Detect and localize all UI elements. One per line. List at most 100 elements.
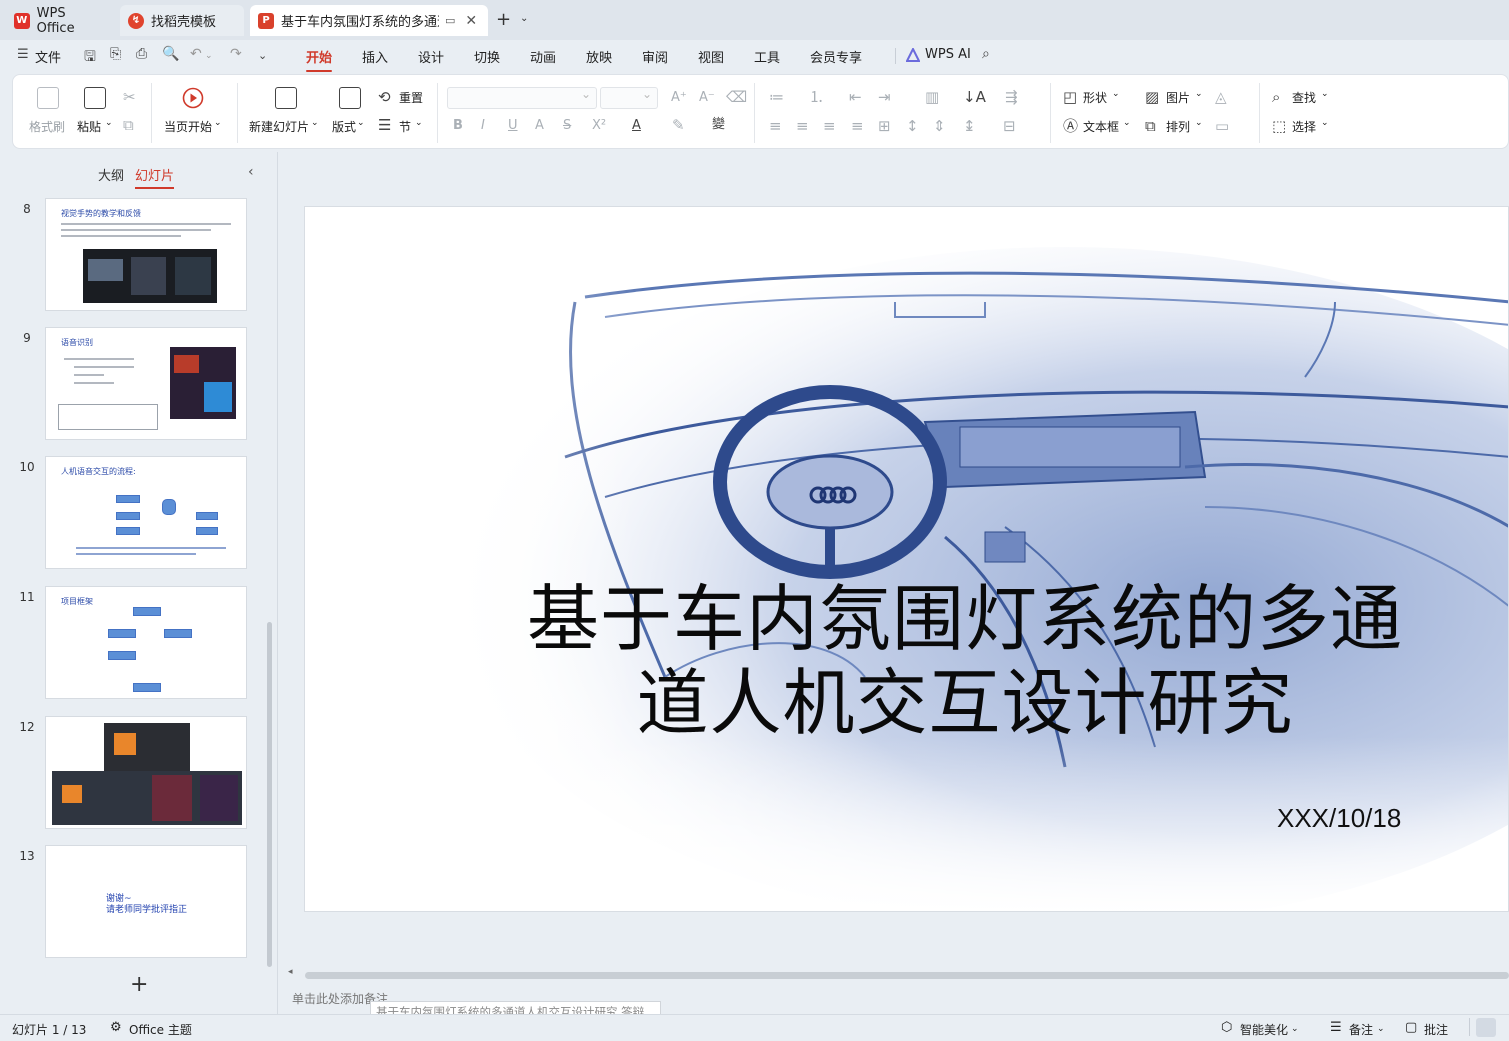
font-size-select[interactable] (600, 87, 658, 109)
hamburger-icon[interactable]: ☰ (17, 47, 29, 62)
print-icon[interactable]: ⎙ (136, 46, 147, 62)
text-box-align-icon[interactable]: ⊟ (1003, 118, 1016, 134)
tab-home[interactable]: 开始 (306, 47, 333, 72)
chevron-down-icon[interactable]: ⌄ (214, 118, 222, 128)
align-text-icon[interactable]: ⇶ (1005, 89, 1018, 105)
tab-member[interactable]: 会员专享 (810, 47, 862, 66)
outline-icon[interactable]: ▭ (1215, 118, 1229, 134)
underline-icon[interactable]: U (508, 118, 518, 134)
slide-thumbnail[interactable]: 语音识别 (45, 327, 247, 440)
tab-slideshow[interactable]: 放映 (586, 47, 612, 66)
spacing-menu-icon[interactable]: ↨ (963, 118, 976, 134)
chevron-down-icon[interactable]: ⌄ (1112, 89, 1120, 99)
redo-icon[interactable]: ↷ (230, 46, 242, 62)
chevron-down-icon[interactable]: ⌄ (105, 118, 113, 128)
share-icon[interactable]: ⎘ (110, 46, 121, 62)
window-restore-icon[interactable]: ▭ (445, 14, 455, 27)
chevron-down-icon[interactable]: ⌄ (311, 118, 319, 128)
chevron-down-icon[interactable]: ⌄ (1377, 1024, 1385, 1034)
chevron-down-icon[interactable]: ⌄ (1321, 89, 1329, 99)
start-from-current-button[interactable]: 当页开始 (164, 118, 212, 135)
chevron-down-icon[interactable]: ⌄ (258, 49, 267, 62)
comments-button[interactable]: 批注 (1424, 1021, 1448, 1038)
tab-insert[interactable]: 插入 (362, 47, 388, 66)
increase-font-icon[interactable]: A⁺ (671, 90, 687, 106)
textbox-button[interactable]: 文本框 (1083, 118, 1119, 135)
smart-beautify-button[interactable]: 智能美化 (1240, 1021, 1288, 1038)
bullets-icon[interactable]: ≔ (769, 89, 784, 105)
wps-ai-button[interactable]: WPS AI (925, 47, 971, 62)
new-tab-icon[interactable]: + (496, 9, 511, 30)
columns-icon[interactable]: ▥ (925, 89, 939, 105)
chevron-down-icon[interactable]: ⌄ (1291, 1024, 1299, 1034)
tab-tools[interactable]: 工具 (754, 47, 780, 66)
align-right-icon[interactable]: ≡ (823, 118, 836, 134)
strikethrough-icon[interactable]: S (563, 118, 571, 134)
slide-thumbnail[interactable]: 项目框架 (45, 586, 247, 699)
reset-button[interactable]: 重置 (399, 89, 423, 106)
chevron-down-icon[interactable]: ⌄ (1123, 118, 1131, 128)
line-spacing-icon[interactable]: ↕ (906, 118, 919, 134)
font-name-select[interactable] (447, 87, 597, 109)
chevron-down-icon[interactable]: ⌄ (520, 13, 528, 24)
fill-icon[interactable]: ◬ (1215, 89, 1227, 105)
chevron-down-icon[interactable]: ⌄ (357, 118, 365, 128)
phonetic-icon[interactable]: 變 (712, 117, 725, 133)
shadow-icon[interactable]: A (535, 118, 544, 134)
tab-design[interactable]: 设计 (418, 47, 444, 66)
font-color-icon[interactable]: A (632, 118, 641, 134)
highlight-icon[interactable]: ✎ (672, 117, 685, 133)
paragraph-spacing-icon[interactable]: ⇕ (933, 118, 946, 134)
tab-template[interactable]: ↯ 找稻壳模板 (120, 5, 244, 36)
print-preview-icon[interactable]: 🔍 (162, 46, 179, 62)
cut-icon[interactable]: ✂ (123, 89, 136, 105)
tab-review[interactable]: 审阅 (642, 47, 668, 66)
tab-slides[interactable]: 幻灯片 (135, 165, 175, 189)
notes-button[interactable]: 备注 (1349, 1021, 1373, 1038)
slide-title[interactable]: 基于车内氛围灯系统的多通道人机交互设计研究 (505, 577, 1425, 745)
justify-icon[interactable]: ≡ (851, 118, 864, 134)
undo-icon[interactable]: ↶ (190, 46, 202, 62)
collapse-panel-icon[interactable]: ‹ (248, 164, 254, 180)
slide-thumbnail[interactable]: 谢谢~ 请老师同学批评指正 (45, 845, 247, 958)
italic-icon[interactable]: I (481, 118, 485, 134)
file-menu[interactable]: 文件 (35, 47, 61, 66)
arrange-button[interactable]: 排列 (1166, 118, 1190, 135)
tab-animations[interactable]: 动画 (530, 47, 556, 66)
save-icon[interactable]: 🖫 (84, 46, 96, 70)
tab-wps-office[interactable]: W WPS Office (6, 5, 114, 36)
paste-button[interactable]: 粘贴 (77, 118, 101, 135)
shape-button[interactable]: 形状 (1083, 89, 1107, 106)
superscript-icon[interactable]: X² (592, 118, 606, 134)
text-direction-icon[interactable]: ↓A (963, 89, 986, 105)
normal-view-icon[interactable] (1476, 1018, 1496, 1037)
decrease-indent-icon[interactable]: ⇤ (849, 89, 862, 105)
slide-thumbnail[interactable] (45, 716, 247, 829)
horizontal-scrollbar[interactable] (305, 972, 1509, 979)
slide-date[interactable]: XXX/10/18 (1277, 803, 1401, 834)
slide-thumbnail[interactable]: 视觉手势的教学和反馈 (45, 198, 247, 311)
bold-icon[interactable]: B (453, 118, 463, 134)
copy-icon[interactable]: ⧉ (123, 117, 134, 133)
close-icon[interactable]: ✕ (465, 13, 477, 29)
chevron-down-icon[interactable]: ⌄ (415, 118, 423, 128)
numbering-icon[interactable]: ⒈ (809, 89, 824, 105)
select-button[interactable]: 选择 (1292, 118, 1316, 135)
tab-view[interactable]: 视图 (698, 47, 724, 66)
find-button[interactable]: 查找 (1292, 89, 1316, 106)
add-slide-icon[interactable]: + (130, 972, 148, 997)
clear-format-icon[interactable]: ⌫ (726, 89, 747, 105)
section-button[interactable]: 节 (399, 118, 411, 135)
format-painter-button[interactable]: 格式刷 (29, 118, 65, 135)
new-slide-button[interactable]: 新建幻灯片 (249, 118, 309, 135)
panel-scrollbar[interactable] (267, 622, 272, 967)
chevron-down-icon[interactable]: ⌄ (205, 51, 213, 61)
tab-document[interactable]: P 基于车内氛围灯系统的多通道人机交互设计研究 ▭ ✕ (250, 5, 488, 36)
tab-outline[interactable]: 大纲 (98, 165, 124, 184)
decrease-font-icon[interactable]: A⁻ (699, 90, 715, 106)
increase-indent-icon[interactable]: ⇥ (878, 89, 891, 105)
chevron-down-icon[interactable]: ⌄ (1195, 118, 1203, 128)
chevron-down-icon[interactable]: ⌄ (1321, 118, 1329, 128)
layout-button[interactable]: 版式 (332, 118, 356, 135)
chevron-down-icon[interactable]: ⌄ (1195, 89, 1203, 99)
